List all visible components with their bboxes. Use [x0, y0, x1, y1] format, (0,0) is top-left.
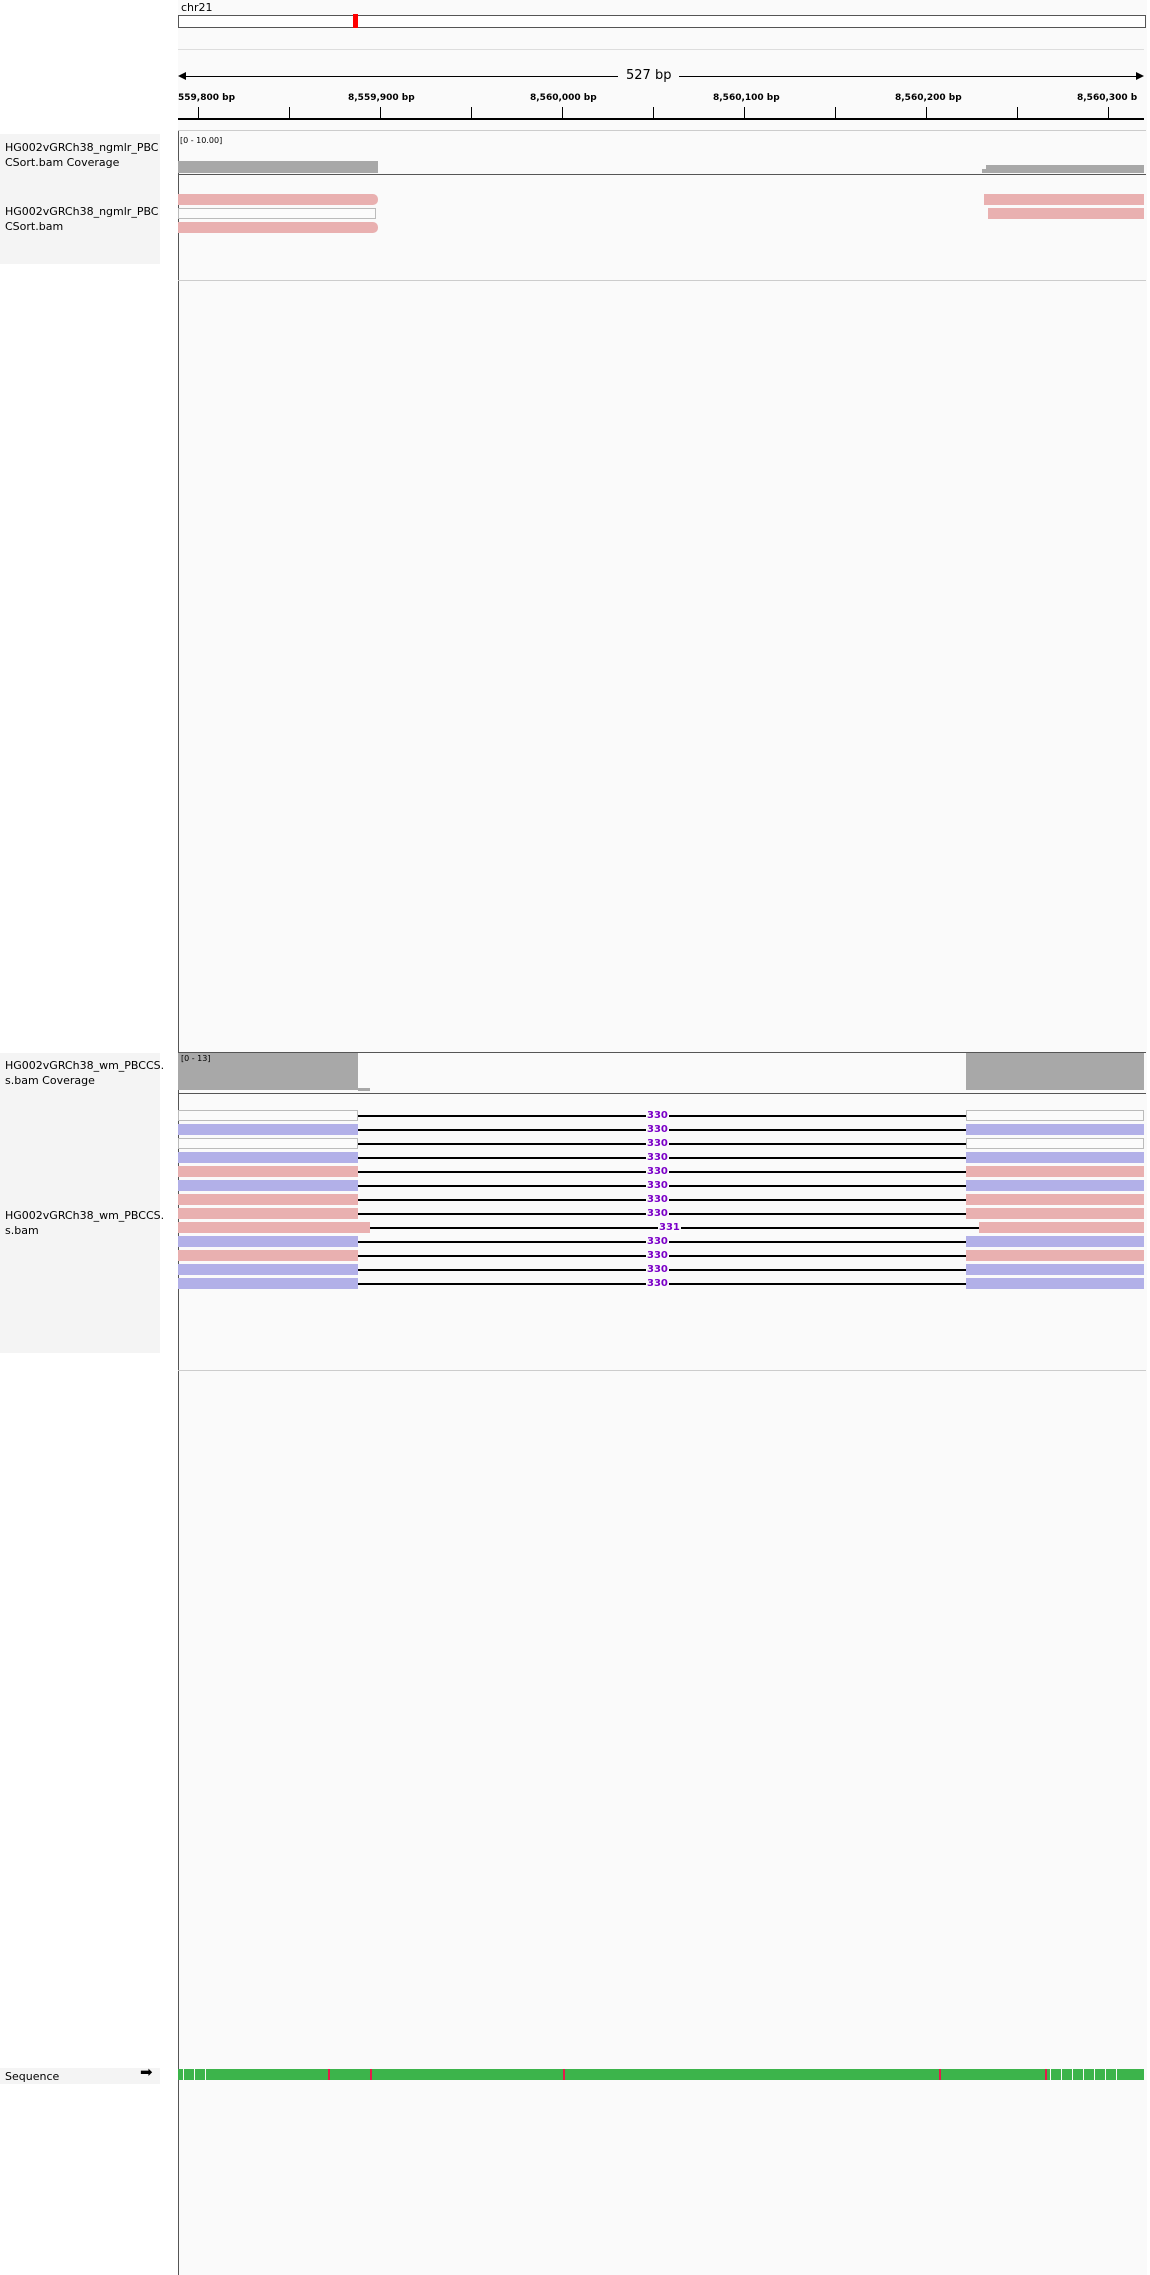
split-read-row[interactable]: 330 [178, 1124, 1144, 1136]
aligned-read[interactable] [988, 208, 1144, 219]
read-left-segment[interactable] [178, 1124, 358, 1135]
coverage-bar [966, 1053, 1144, 1090]
read-right-segment[interactable] [966, 1110, 1144, 1121]
coverage-range-label: [0 - 13] [181, 1054, 211, 1063]
coverage-bar [986, 165, 1144, 173]
deletion-size-label: 330 [646, 1124, 669, 1135]
read-right-segment[interactable] [966, 1166, 1144, 1177]
read-left-segment[interactable] [178, 1138, 358, 1149]
strand-arrow-icon[interactable]: ➡ [140, 2063, 153, 2081]
split-read-row[interactable]: 330 [178, 1138, 1144, 1150]
span-arrow-right-icon [1136, 72, 1144, 80]
split-read-row[interactable]: 330 [178, 1152, 1144, 1164]
chromosome-label: chr21 [181, 1, 213, 14]
deletion-size-label: 330 [646, 1110, 669, 1121]
coverage-bar [982, 169, 988, 173]
read-left-segment[interactable] [178, 1194, 358, 1205]
tick-label: 8,560,200 bp [895, 93, 962, 103]
read-left-segment[interactable] [178, 1208, 358, 1219]
split-read-row[interactable]: 330 [178, 1166, 1144, 1178]
ngmlr-alignment-track[interactable] [178, 176, 1146, 281]
aligned-read[interactable] [984, 194, 1144, 205]
coverage-bar [358, 1088, 370, 1091]
ruler-ticks [178, 107, 1144, 121]
read-right-segment[interactable] [966, 1208, 1144, 1219]
split-read-row[interactable]: 330 [178, 1194, 1144, 1206]
ideogram-current-region-marker [353, 14, 358, 28]
deletion-size-label: 330 [646, 1250, 669, 1261]
split-read-row[interactable]: 330 [178, 1208, 1144, 1220]
split-read-row[interactable]: 330 [178, 1180, 1144, 1192]
split-read-row[interactable]: 330 [178, 1236, 1144, 1248]
read-right-segment[interactable] [966, 1250, 1144, 1261]
track-name-ngmlr-coverage[interactable]: HG002vGRCh38_ngmlr_PBCCSort.bam Coverage [5, 140, 160, 170]
read-left-segment[interactable] [178, 1278, 358, 1289]
read-left-segment[interactable] [178, 1264, 358, 1275]
deletion-size-label: 330 [646, 1180, 669, 1191]
aligned-read-low-mapq[interactable] [178, 208, 376, 219]
coverage-range-label: [0 - 10.00] [180, 136, 223, 145]
deletion-read-rows: 330 330 330 330 330 330 330 330 331 330 330 330 330 [178, 1110, 1144, 1310]
track-name-wm-reads[interactable]: HG002vGRCh38_wm_PBCCS.s.bam [5, 1208, 165, 1238]
tick-label: 8,560,100 bp [713, 93, 780, 103]
chromosome-ideogram[interactable] [178, 15, 1146, 28]
tick-label: 8,560,000 bp [530, 93, 597, 103]
deletion-size-label: 330 [646, 1138, 669, 1149]
wm-coverage-track[interactable]: [0 - 13] [178, 1053, 1146, 1094]
tick-label: 8,559,900 bp [348, 93, 415, 103]
deletion-size-label: 330 [646, 1264, 669, 1275]
deletion-size-label: 330 [646, 1278, 669, 1289]
ruler-baseline [178, 118, 1144, 120]
read-right-segment[interactable] [966, 1278, 1144, 1289]
read-right-segment[interactable] [966, 1236, 1144, 1247]
split-read-row[interactable]: 331 [178, 1222, 1144, 1234]
wm-alignment-track[interactable]: 330 330 330 330 330 330 330 330 331 330 330 330 330 [178, 1095, 1146, 1371]
track-name-wm-coverage[interactable]: HG002vGRCh38_wm_PBCCS.s.bam Coverage [5, 1058, 165, 1088]
read-right-segment[interactable] [966, 1152, 1144, 1163]
aligned-read[interactable] [178, 222, 378, 233]
deletion-size-label: 330 [646, 1166, 669, 1177]
deletion-size-label: 330 [646, 1194, 669, 1205]
tick-label: 8,560,300 b [1077, 93, 1138, 103]
ruler-divider [178, 49, 1144, 50]
coverage-bar [178, 161, 378, 173]
ngmlr-coverage-track[interactable]: [0 - 10.00] [178, 134, 1146, 175]
read-right-segment[interactable] [966, 1264, 1144, 1275]
span-arrow-left-icon [178, 72, 186, 80]
deletion-size-label: 330 [646, 1208, 669, 1219]
read-right-segment[interactable] [966, 1194, 1144, 1205]
split-read-row[interactable]: 330 [178, 1278, 1144, 1290]
sequence-track[interactable] [178, 2069, 1144, 2080]
tick-label: 559,800 bp [178, 93, 236, 103]
aligned-read[interactable] [178, 194, 378, 205]
ruler-panel[interactable]: chr21 527 bp 559,800 bp 8,559,900 bp 8,5… [178, 0, 1146, 131]
split-read-row[interactable]: 330 [178, 1250, 1144, 1262]
read-left-segment[interactable] [178, 1250, 358, 1261]
base [1142, 2069, 1144, 2080]
deletion-size-label: 331 [658, 1222, 681, 1233]
deletion-size-label: 330 [646, 1152, 669, 1163]
split-read-row[interactable]: 330 [178, 1264, 1144, 1276]
read-right-segment[interactable] [979, 1222, 1144, 1233]
read-left-segment[interactable] [178, 1236, 358, 1247]
read-left-segment[interactable] [178, 1110, 358, 1121]
wm-name-panel [0, 1053, 160, 1353]
read-right-segment[interactable] [966, 1180, 1144, 1191]
read-right-segment[interactable] [966, 1138, 1144, 1149]
read-left-segment[interactable] [178, 1180, 358, 1191]
track-name-ngmlr-reads[interactable]: HG002vGRCh38_ngmlr_PBCCSort.bam [5, 204, 160, 234]
read-left-segment[interactable] [178, 1222, 370, 1233]
deletion-size-label: 330 [646, 1236, 669, 1247]
read-right-segment[interactable] [966, 1124, 1144, 1135]
split-read-row[interactable]: 330 [178, 1110, 1144, 1122]
span-label: 527 bp [618, 68, 680, 84]
read-left-segment[interactable] [178, 1166, 358, 1177]
read-left-segment[interactable] [178, 1152, 358, 1163]
track-name-sequence[interactable]: Sequence [5, 2069, 59, 2084]
